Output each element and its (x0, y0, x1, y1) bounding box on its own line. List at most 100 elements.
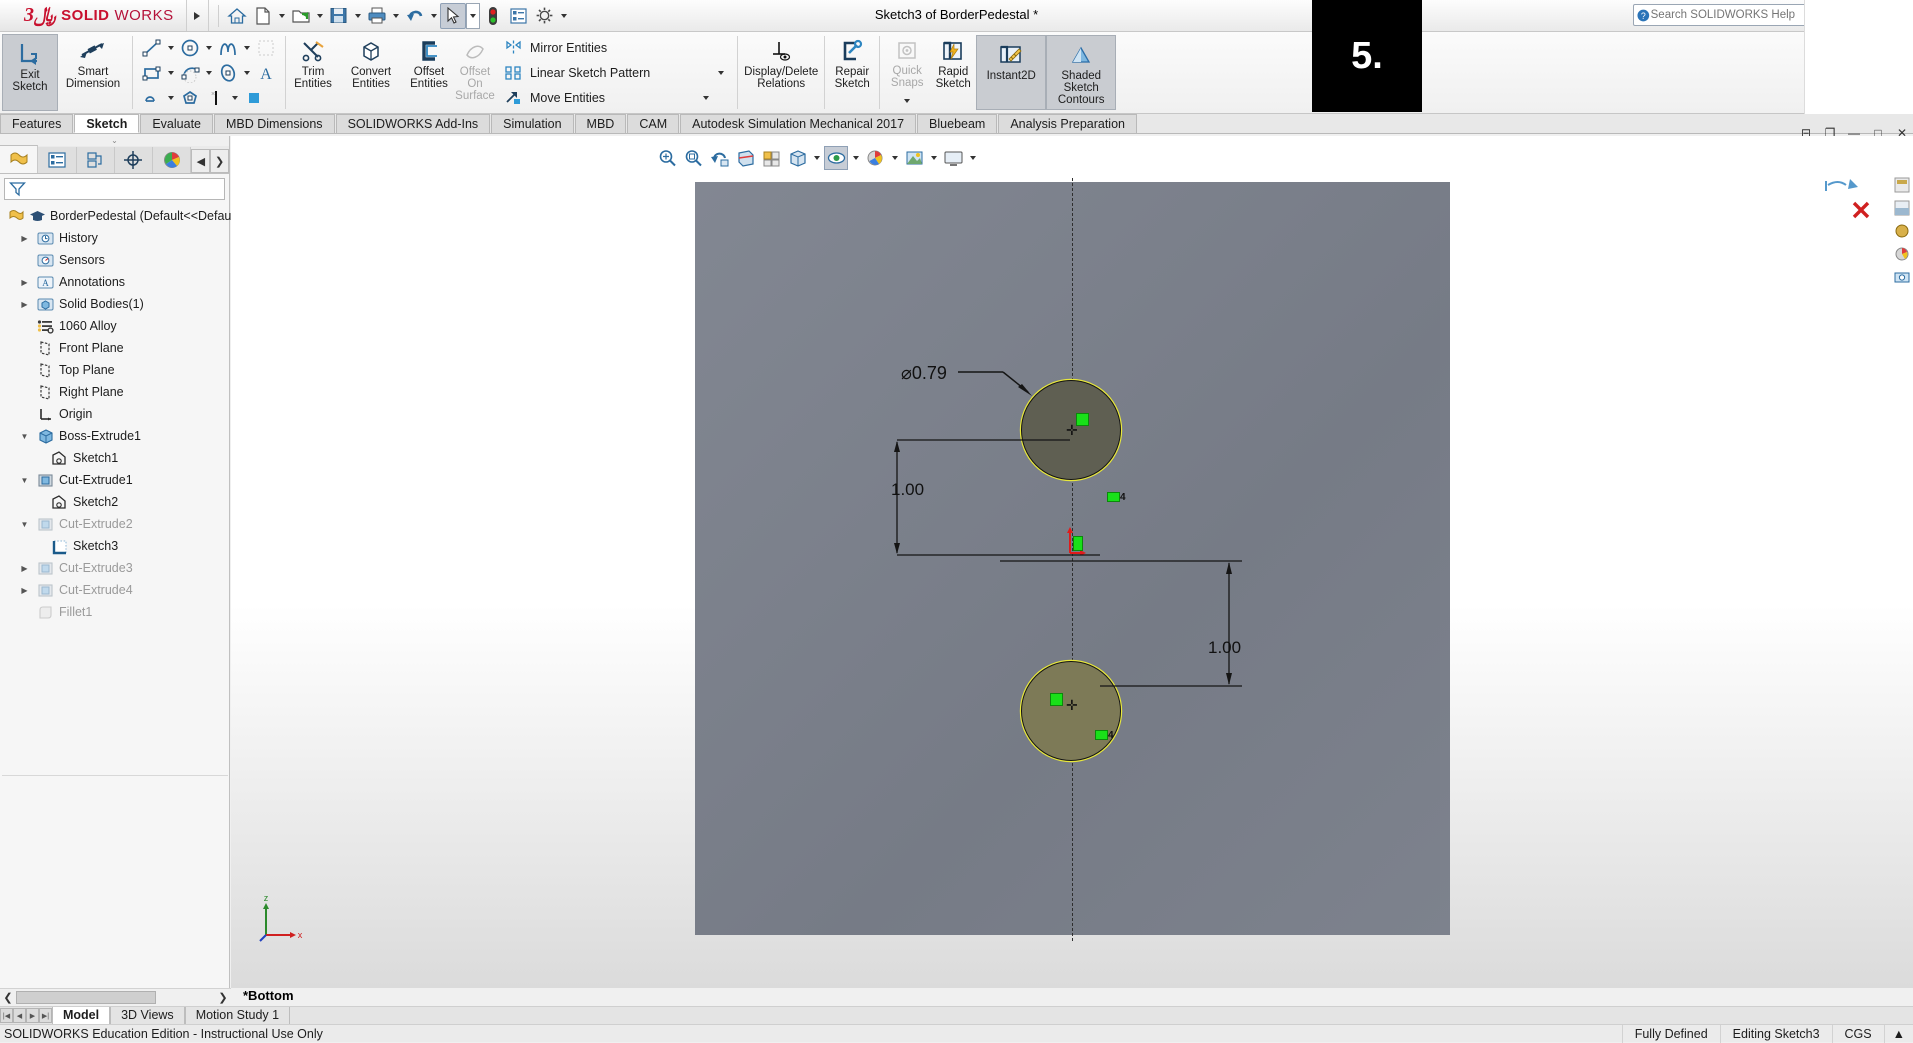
display-manager-tab[interactable] (153, 147, 192, 173)
bottom-circle-center-point[interactable]: ✛ (1066, 698, 1078, 712)
smart-dimension-button[interactable]: Smart Dimension (58, 32, 128, 113)
print-icon[interactable] (364, 3, 390, 29)
tree-filter-input[interactable] (26, 182, 224, 196)
tree-item-cut-extrude1[interactable]: ▼ Cut-Extrude1 (0, 469, 229, 491)
document-tab-model[interactable]: Model (52, 1007, 111, 1024)
save-icon[interactable] (326, 3, 352, 29)
ellipse-dropdown[interactable] (241, 60, 253, 86)
solidworks-logo[interactable]: 3﷼ SOLID WORKS (0, 0, 187, 31)
expand-arrow-icon[interactable]: ▶ (18, 278, 31, 287)
linear-sketch-pattern-button[interactable]: Linear Sketch Pattern (504, 60, 733, 85)
command-tab-solidworks-add-ins[interactable]: SOLIDWORKS Add-Ins (335, 114, 491, 133)
document-tab-motion-study-1[interactable]: Motion Study 1 (184, 1007, 291, 1024)
arc-dropdown[interactable] (203, 60, 215, 86)
confirmation-corner[interactable] (1822, 175, 1872, 226)
command-tab-mbd-dimensions[interactable]: MBD Dimensions (214, 114, 335, 133)
feature-manager-tab[interactable] (0, 145, 39, 173)
tree-item-solid-bodies-1[interactable]: ▶ Solid Bodies(1) (0, 293, 229, 315)
section-view-icon[interactable] (733, 146, 757, 170)
hide-show-items-icon[interactable] (824, 146, 848, 170)
tree-item-sensors[interactable]: Sensors (0, 249, 229, 271)
panel-tabs-scroll-left[interactable]: ◀ (191, 149, 211, 173)
trim-entities-button[interactable]: Trim Entities (290, 32, 336, 113)
repair-sketch-button[interactable]: Repair Sketch (829, 32, 875, 113)
open-document-dropdown[interactable] (314, 3, 326, 29)
linear-sketch-pattern-dropdown[interactable] (715, 60, 727, 86)
slot-icon[interactable] (139, 86, 165, 110)
line-dropdown[interactable] (165, 35, 177, 61)
command-tab-cam[interactable]: CAM (627, 114, 680, 133)
tree-item-top-plane[interactable]: Top Plane (0, 359, 229, 381)
offset-entities-button[interactable]: Offset Entities (406, 32, 452, 113)
select-dropdown[interactable] (465, 2, 480, 29)
home-icon[interactable] (224, 3, 250, 29)
print-dropdown[interactable] (390, 3, 402, 29)
save-dropdown[interactable] (352, 3, 364, 29)
search-box[interactable]: ? (1633, 4, 1833, 26)
status-units-caret[interactable]: ▲ (1883, 1025, 1913, 1043)
command-tab-mbd[interactable]: MBD (574, 114, 627, 133)
instant2d-button[interactable]: Instant2D (976, 35, 1047, 110)
command-tab-analysis-preparation[interactable]: Analysis Preparation (998, 114, 1137, 133)
dimxpert-manager-tab[interactable] (114, 147, 154, 173)
display-style-dropdown[interactable] (811, 146, 822, 170)
tree-item-origin[interactable]: Origin (0, 403, 229, 425)
command-tab-features[interactable]: Features (0, 114, 74, 133)
tree-item-fillet1[interactable]: Fillet1 (0, 601, 229, 623)
tree-item-front-plane[interactable]: Front Plane (0, 337, 229, 359)
spline-icon[interactable] (215, 36, 241, 60)
line-icon[interactable] (139, 36, 165, 60)
scene-panel-icon[interactable] (1892, 198, 1912, 218)
command-tab-sketch[interactable]: Sketch (74, 114, 140, 133)
previous-view-icon[interactable] (707, 146, 731, 170)
apply-scene-dropdown[interactable] (928, 146, 939, 170)
slot-dropdown[interactable] (165, 85, 177, 111)
collapse-arrow-icon[interactable]: ▼ (18, 476, 31, 485)
ellipse-icon[interactable] (215, 61, 241, 85)
mirror-entities-button[interactable]: Mirror Entities (504, 35, 733, 60)
tree-item-annotations[interactable]: ▶ A Annotations (0, 271, 229, 293)
property-manager-tab[interactable] (38, 147, 77, 173)
top-vertical-dimension-label[interactable]: 1.00 (891, 480, 924, 500)
appearance-panel-icon[interactable] (1892, 175, 1912, 195)
zoom-to-area-icon[interactable] (681, 146, 705, 170)
new-document-dropdown[interactable] (276, 3, 288, 29)
select-cursor-icon[interactable] (439, 2, 466, 29)
rapid-sketch-button[interactable]: Rapid Sketch (930, 32, 976, 113)
tree-item-borderpedestal-default-defaul[interactable]: BorderPedestal (Default<<Defaul (0, 205, 234, 227)
command-tab-bluebeam[interactable]: Bluebeam (917, 114, 998, 133)
tree-item-boss-extrude1[interactable]: ▼ Boss-Extrude1 (0, 425, 229, 447)
top-vertical-dimension[interactable] (890, 430, 1120, 560)
diameter-dimension-label[interactable]: ⌀0.79 (901, 363, 947, 384)
light-panel-icon[interactable] (1892, 244, 1912, 264)
doc-nav-last-button[interactable]: ▶| (39, 1008, 52, 1023)
scroll-left-arrow[interactable]: ❮ (0, 991, 16, 1004)
expand-arrow-icon[interactable]: ▶ (18, 564, 31, 573)
settings-dropdown[interactable] (558, 3, 570, 29)
command-tab-autodesk-simulation-mechanical-2017[interactable]: Autodesk Simulation Mechanical 2017 (680, 114, 917, 133)
rectangle-icon[interactable] (139, 61, 165, 85)
shaded-sketch-contours-button[interactable]: Shaded Sketch Contours (1046, 35, 1117, 110)
tree-item-sketch1[interactable]: Sketch1 (0, 447, 229, 469)
view-settings-icon[interactable] (941, 146, 965, 170)
tree-item-cut-extrude4[interactable]: ▶ Cut-Extrude4 (0, 579, 229, 601)
command-tab-simulation[interactable]: Simulation (491, 114, 574, 133)
document-tab-3d-views[interactable]: 3D Views (110, 1007, 185, 1024)
scroll-thumb[interactable] (16, 991, 156, 1004)
move-entities-button[interactable]: Move Entities (504, 85, 733, 110)
plane-sketch-icon[interactable] (241, 86, 267, 110)
scroll-right-arrow[interactable]: ❯ (215, 991, 231, 1004)
display-delete-relations-button[interactable]: Display/Delete Relations (742, 32, 820, 113)
gear-icon[interactable] (532, 3, 558, 29)
command-tab-evaluate[interactable]: Evaluate (140, 114, 213, 133)
point-dropdown[interactable] (229, 85, 241, 111)
circle-icon[interactable] (177, 36, 203, 60)
expand-arrow-icon[interactable]: ▶ (18, 300, 31, 309)
convert-entities-button[interactable]: Convert Entities (336, 32, 406, 113)
view-orientation-icon[interactable] (759, 146, 783, 170)
panel-tabs-scroll-right[interactable]: ❯ (210, 149, 229, 173)
new-document-icon[interactable] (250, 3, 276, 29)
rectangle-dropdown[interactable] (165, 60, 177, 86)
tree-filter-box[interactable] (4, 178, 225, 200)
tree-item-cut-extrude2[interactable]: ▼ Cut-Extrude2 (0, 513, 229, 535)
